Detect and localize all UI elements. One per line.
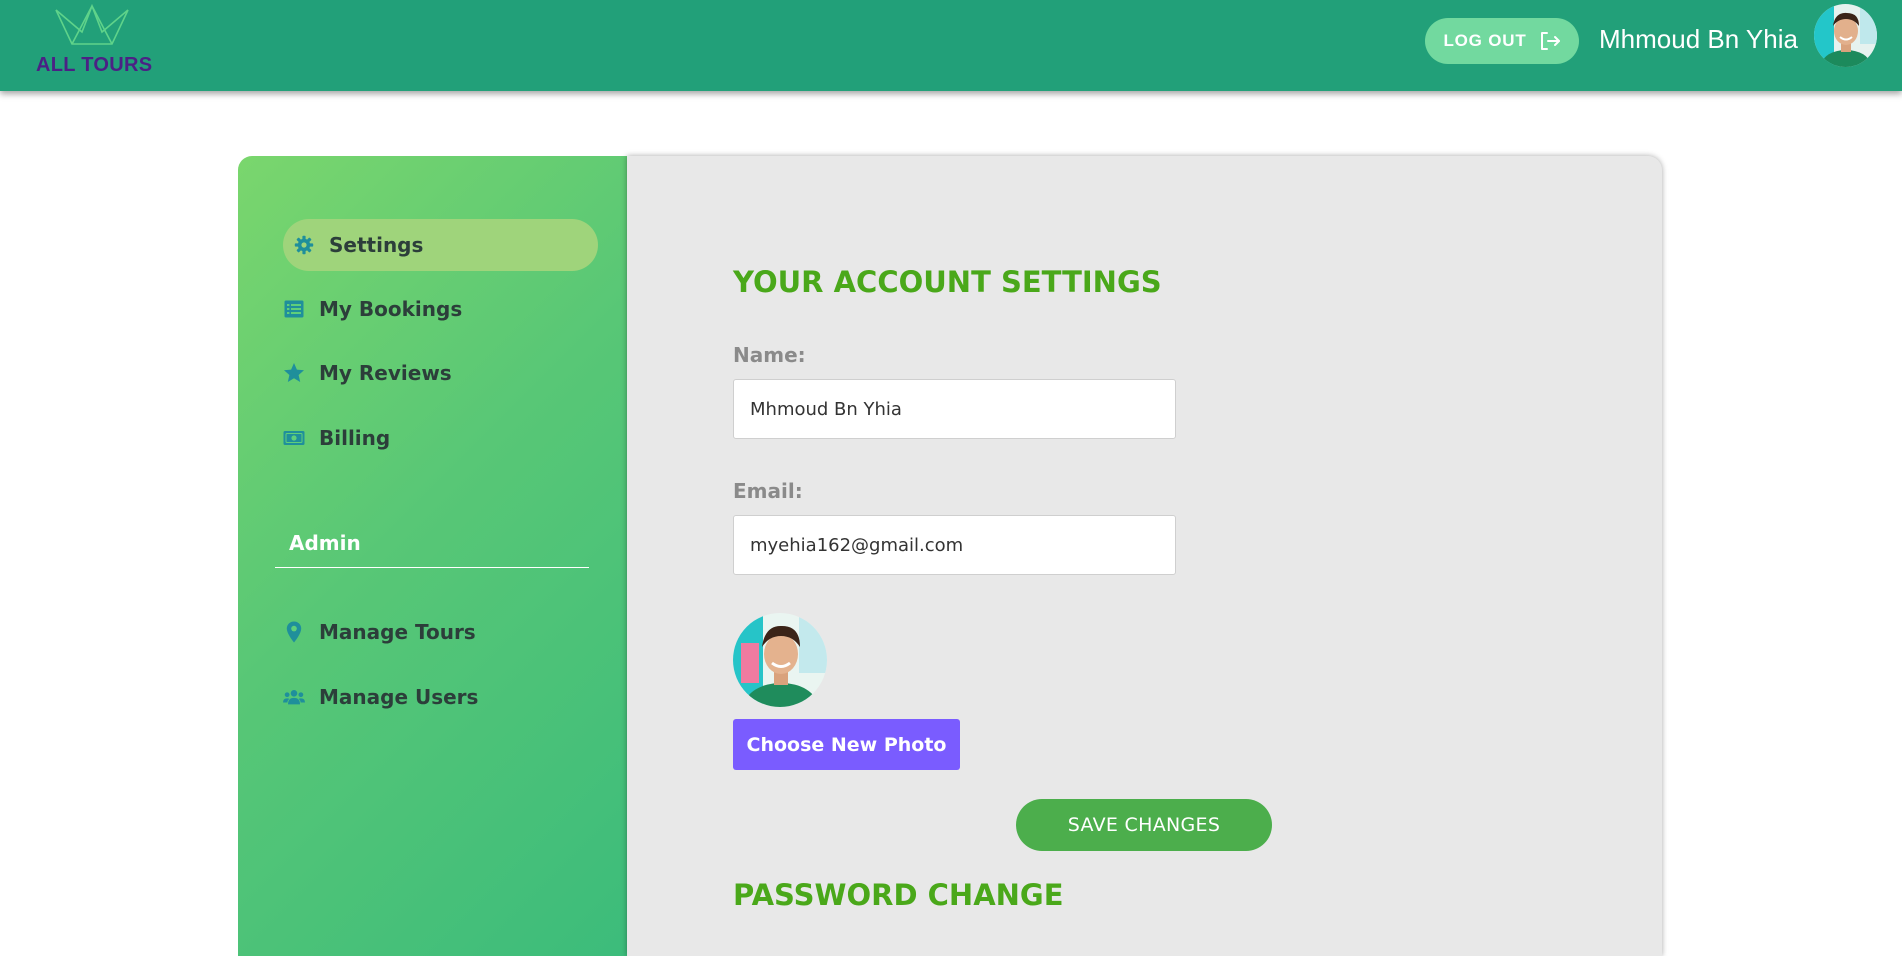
admin-section-title: Admin <box>289 531 361 555</box>
logo-text: ALL TOURS <box>36 54 153 76</box>
sidebar-item-label: Manage Users <box>319 685 479 709</box>
sidebar-item-settings[interactable]: Settings <box>283 219 598 271</box>
save-changes-button[interactable]: SAVE CHANGES <box>1016 799 1272 851</box>
choose-new-photo-button[interactable]: Choose New Photo <box>733 719 960 770</box>
logout-label: LOG OUT <box>1443 31 1527 50</box>
sidebar-item-label: Manage Tours <box>319 620 476 644</box>
email-field[interactable] <box>733 515 1176 575</box>
email-label: Email: <box>733 479 803 503</box>
sidebar-item-label: My Reviews <box>319 361 452 385</box>
top-header: ALL TOURS LOG OUT Mhmoud Bn Yhia <box>0 0 1902 91</box>
name-label: Name: <box>733 343 806 367</box>
list-icon <box>283 298 305 320</box>
sidebar-item-label: My Bookings <box>319 297 463 321</box>
sidebar-item-billing[interactable]: Billing <box>283 412 598 464</box>
sidebar-item-label: Billing <box>319 426 391 450</box>
name-field[interactable] <box>733 379 1176 439</box>
logout-icon <box>1540 32 1560 50</box>
account-settings-panel: YOUR ACCOUNT SETTINGS Name: Email: Choos… <box>627 156 1662 956</box>
password-change-title: PASSWORD CHANGE <box>733 878 1064 912</box>
sidebar-item-manage-users[interactable]: Manage Users <box>283 671 598 723</box>
sidebar: Settings My Bookings My Reviews Billing … <box>238 156 627 956</box>
sidebar-item-manage-tours[interactable]: Manage Tours <box>283 606 598 658</box>
header-user-name[interactable]: Mhmoud Bn Yhia <box>1599 24 1798 55</box>
logout-button[interactable]: LOG OUT <box>1425 18 1579 64</box>
user-photo <box>733 613 827 707</box>
account-settings-title: YOUR ACCOUNT SETTINGS <box>733 265 1162 299</box>
crown-logo-icon <box>55 3 129 45</box>
gear-icon <box>293 234 315 256</box>
map-pin-icon <box>283 621 305 643</box>
sidebar-item-my-reviews[interactable]: My Reviews <box>283 347 598 399</box>
sidebar-item-my-bookings[interactable]: My Bookings <box>283 283 598 335</box>
sidebar-item-label: Settings <box>329 233 424 257</box>
money-icon <box>283 427 305 449</box>
users-icon <box>283 686 305 708</box>
logo[interactable]: ALL TOURS <box>36 2 154 78</box>
star-icon <box>283 362 305 384</box>
admin-divider <box>275 567 589 568</box>
header-avatar[interactable] <box>1814 4 1877 67</box>
